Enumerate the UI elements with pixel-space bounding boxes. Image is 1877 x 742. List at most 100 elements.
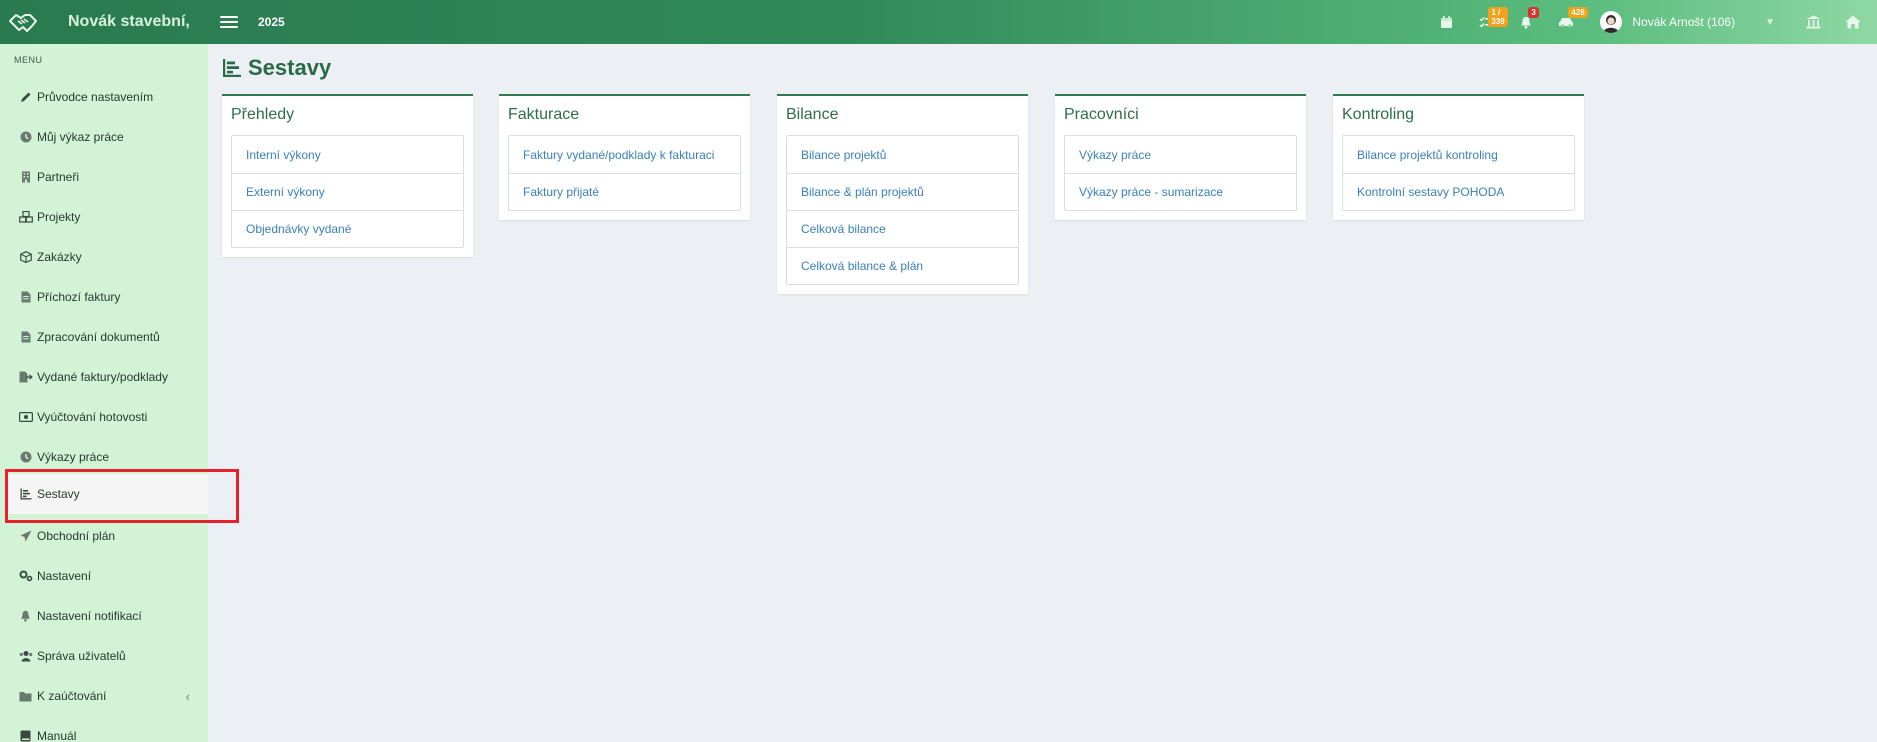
card-title: Pracovníci xyxy=(1064,106,1139,123)
sidebar-item-k-zauctovani[interactable]: K zaúčtování ‹ xyxy=(0,676,208,716)
sidebar-item-label: Výkazy práce xyxy=(37,450,110,464)
report-link-interni-vykony[interactable]: Interní výkony xyxy=(232,136,463,173)
report-link-celkova-bilance-plan[interactable]: Celková bilance & plán xyxy=(787,247,1018,284)
clock-icon xyxy=(18,130,33,145)
file-invoice-icon xyxy=(18,290,33,305)
sidebar-item-label: Správa uživatelů xyxy=(37,649,126,663)
logo-area: Novák stavební, xyxy=(0,0,208,44)
sidebar-item-label: Zakázky xyxy=(37,250,82,264)
brand-name[interactable]: Novák stavební, xyxy=(68,13,190,31)
sidebar-item-zakazky[interactable]: Zakázky xyxy=(0,237,208,277)
sidebar-item-vydane-faktury[interactable]: Vydané faktury/podklady xyxy=(0,357,208,397)
sidebar-item-label: Manuál xyxy=(37,729,77,742)
card-title: Přehledy xyxy=(231,106,295,123)
sidebar-item-label: Můj výkaz práce xyxy=(37,130,124,144)
users-icon xyxy=(18,649,33,664)
report-link-externi-vykony[interactable]: Externí výkony xyxy=(232,173,463,210)
user-name: Novák Arnošt (106) xyxy=(1632,15,1736,29)
link-list: Bilance projektů kontroling Kontrolní se… xyxy=(1342,135,1575,211)
sidebar-item-nastaveni-notifikaci[interactable]: Nastavení notifikací xyxy=(0,596,208,636)
page-header: Sestavy xyxy=(222,55,331,81)
avatar xyxy=(1600,11,1623,33)
report-link-objednavky-vydane[interactable]: Objednávky vydané xyxy=(232,210,463,247)
year-selector[interactable]: 2025 xyxy=(258,15,285,29)
report-link-faktury-prijate[interactable]: Faktury přijaté xyxy=(509,173,740,210)
home-icon[interactable] xyxy=(1833,0,1873,44)
chevron-down-icon[interactable]: ▼ xyxy=(1765,17,1775,28)
sidebar-item-vykazy-prace[interactable]: Výkazy práce xyxy=(0,437,208,477)
clock-icon xyxy=(18,450,33,465)
bank-icon[interactable] xyxy=(1793,0,1833,44)
report-link-bilance-plan-projektu[interactable]: Bilance & plán projektů xyxy=(787,173,1018,210)
link-list: Faktury vydané/podklady k fakturaci Fakt… xyxy=(508,135,741,211)
cars-badge: 428 xyxy=(1568,7,1588,18)
top-right-toolbar: 1 / 339 3 428 Novák Arnošt (106) ▼ xyxy=(1426,0,1877,44)
card-title: Bilance xyxy=(786,106,839,123)
report-link-faktury-vydane[interactable]: Faktury vydané/podklady k fakturaci xyxy=(509,136,740,173)
sidebar-item-label: K zaúčtování xyxy=(37,689,107,703)
link-list: Interní výkony Externí výkony Objednávky… xyxy=(231,135,464,248)
sidebar-item-label: Obchodní plán xyxy=(37,529,116,543)
cogs-icon xyxy=(18,569,33,584)
page-title: Sestavy xyxy=(248,55,332,80)
menu-toggle-icon[interactable] xyxy=(220,14,238,30)
building-icon xyxy=(18,170,33,185)
card-prehledy: Přehledy Interní výkony Externí výkony O… xyxy=(222,94,473,257)
sidebar-item-label: Vyúčtování hotovosti xyxy=(37,410,148,424)
box-icon xyxy=(18,250,33,265)
user-menu[interactable]: Novák Arnošt (106) ▼ xyxy=(1600,11,1775,33)
bell-icon xyxy=(18,609,33,624)
report-link-vykazy-prace-sumarizace[interactable]: Výkazy práce - sumarizace xyxy=(1065,173,1296,210)
sidebar-item-label: Sestavy xyxy=(37,487,80,501)
sidebar-item-label: Nastavení xyxy=(37,569,92,583)
sidebar-item-label: Nastavení notifikací xyxy=(37,609,142,623)
sidebar-item-pruvodce-nastavenim[interactable]: Průvodce nastavením xyxy=(0,77,208,117)
tasks-badge: 1 / 339 xyxy=(1488,7,1508,27)
sidebar-item-vyuctovani-hotovosti[interactable]: Vyúčtování hotovosti xyxy=(0,397,208,437)
report-link-kontrolni-sestavy-pohoda[interactable]: Kontrolní sestavy POHODA xyxy=(1343,173,1574,210)
sidebar: MENU Průvodce nastavením Můj výkaz práce… xyxy=(0,44,208,742)
sidebar-item-obchodni-plan[interactable]: Obchodní plán xyxy=(0,516,208,556)
sidebar-item-partneri[interactable]: Partneři xyxy=(0,157,208,197)
report-link-bilance-projektu[interactable]: Bilance projektů xyxy=(787,136,1018,173)
folder-icon xyxy=(18,689,33,704)
card-bilance: Bilance Bilance projektů Bilance & plán … xyxy=(777,94,1028,294)
money-icon xyxy=(18,410,33,425)
sidebar-item-muj-vykaz-prace[interactable]: Můj výkaz práce xyxy=(0,117,208,157)
sidebar-item-label: Příchozí faktury xyxy=(37,290,121,304)
car-icon[interactable]: 428 xyxy=(1546,0,1588,44)
sidebar-item-label: Projekty xyxy=(37,210,81,224)
chevron-left-icon[interactable]: ‹ xyxy=(186,689,190,704)
sidebar-item-label: Partneři xyxy=(37,170,80,184)
sidebar-item-label: Průvodce nastavením xyxy=(37,90,154,104)
sidebar-item-projekty[interactable]: Projekty xyxy=(0,197,208,237)
sidebar-item-zpracovani-dokumentu[interactable]: Zpracování dokumentů xyxy=(0,317,208,357)
cubes-icon xyxy=(18,210,33,225)
pencil-icon xyxy=(18,90,33,105)
report-link-bilance-projektu-kontroling[interactable]: Bilance projektů kontroling xyxy=(1343,136,1574,173)
card-title: Kontroling xyxy=(1342,106,1415,123)
report-link-vykazy-prace[interactable]: Výkazy práce xyxy=(1065,136,1296,173)
bell-icon[interactable]: 3 xyxy=(1506,0,1546,44)
card-pracovnici: Pracovníci Výkazy práce Výkazy práce - s… xyxy=(1055,94,1306,220)
sidebar-item-sprava-uzivatelu[interactable]: Správa uživatelů xyxy=(0,636,208,676)
paper-plane-icon xyxy=(18,529,33,544)
chart-bar-icon xyxy=(222,58,242,78)
sidebar-item-label: Vydané faktury/podklady xyxy=(37,370,168,384)
calendar-icon[interactable] xyxy=(1426,0,1466,44)
book-icon xyxy=(18,729,33,742)
chart-bar-icon xyxy=(18,487,33,502)
sidebar-item-nastaveni[interactable]: Nastavení xyxy=(0,556,208,596)
top-bar: Novák stavební, 2025 1 / 339 3 428 Novák… xyxy=(0,0,1877,44)
handshake-logo-icon[interactable] xyxy=(8,7,38,37)
tasks-icon[interactable]: 1 / 339 xyxy=(1466,0,1508,44)
sidebar-item-prichozi-faktury[interactable]: Příchozí faktury xyxy=(0,277,208,317)
file-export-icon xyxy=(18,370,33,385)
sidebar-item-manual[interactable]: Manuál xyxy=(0,716,208,742)
sidebar-item-sestavy[interactable]: Sestavy xyxy=(8,474,208,514)
sidebar-item-label: Zpracování dokumentů xyxy=(37,330,160,344)
card-fakturace: Fakturace Faktury vydané/podklady k fakt… xyxy=(499,94,750,220)
report-link-celkova-bilance[interactable]: Celková bilance xyxy=(787,210,1018,247)
card-title: Fakturace xyxy=(508,106,580,123)
file-icon xyxy=(18,330,33,345)
